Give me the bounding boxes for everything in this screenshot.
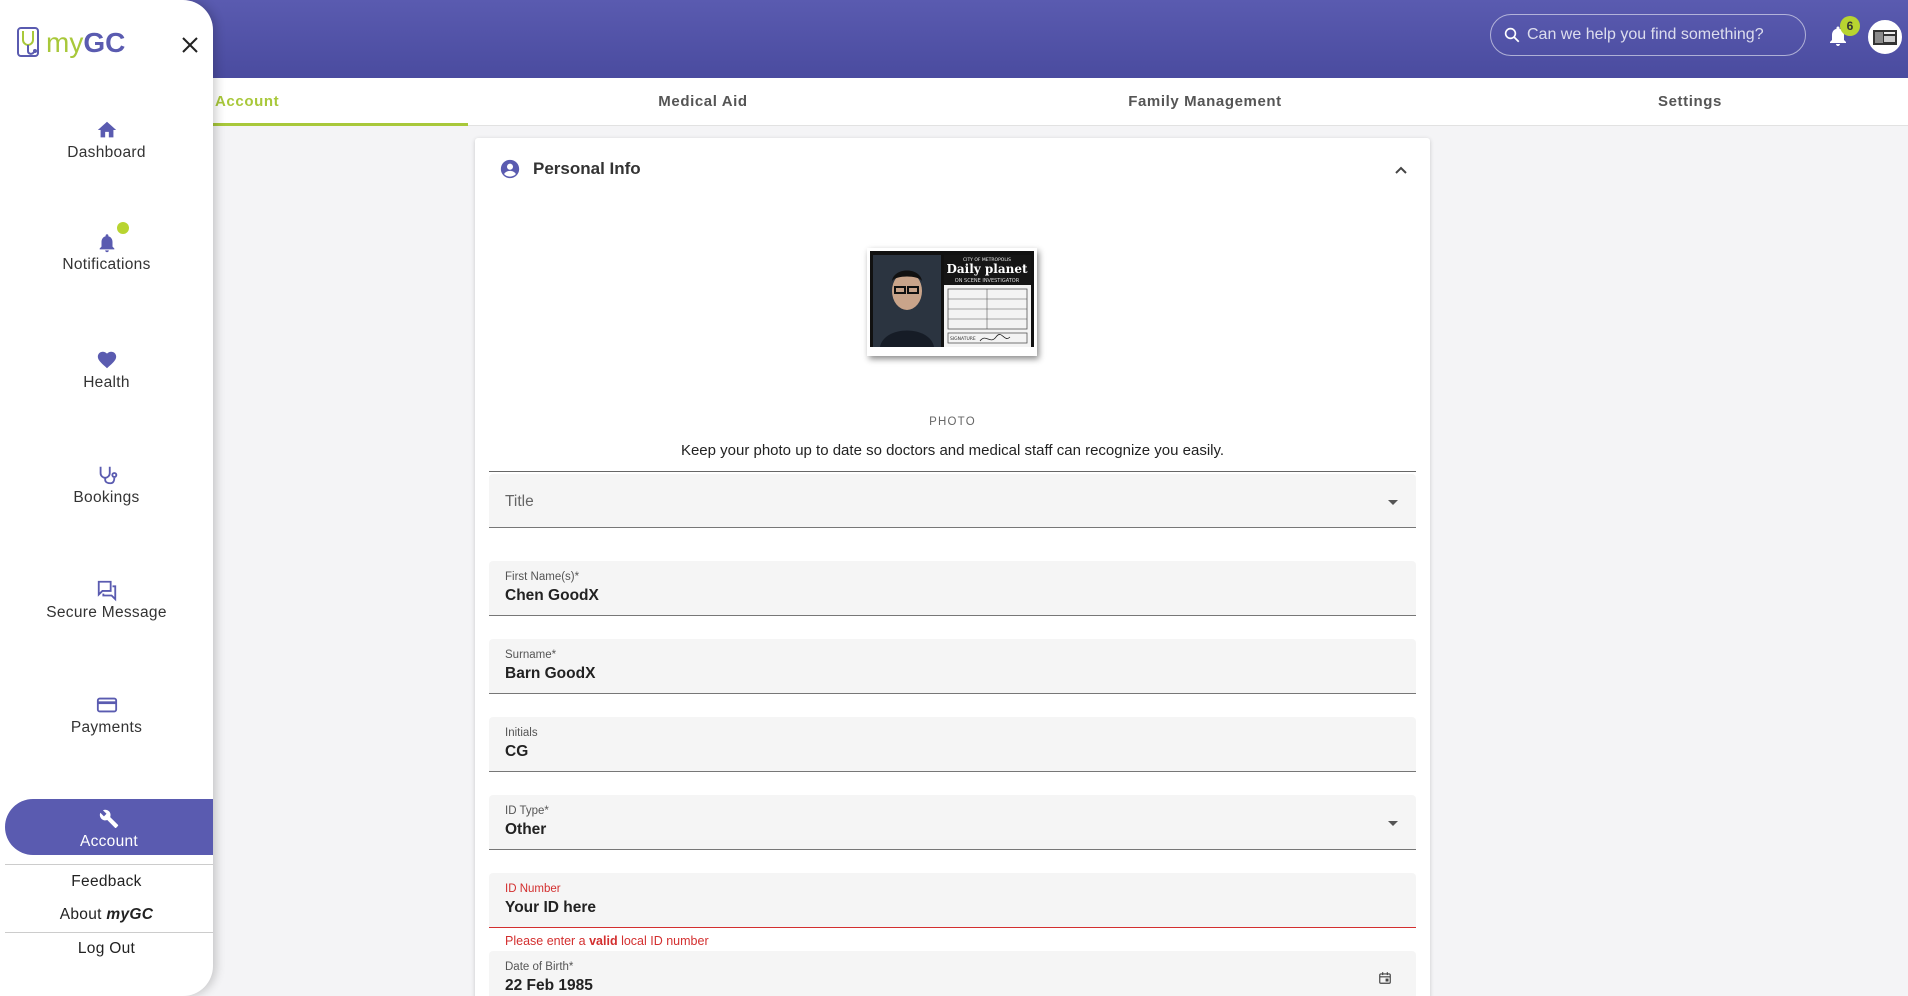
sidebar-item-payments[interactable]: Payments	[0, 693, 213, 755]
surname-field[interactable]: Surname* Barn GoodX	[489, 639, 1416, 694]
personal-info-header[interactable]: Personal Info	[499, 158, 641, 180]
tab-medical-aid[interactable]: Medical Aid	[468, 78, 938, 126]
id-number-field[interactable]: ID Number Your ID here	[489, 873, 1416, 928]
sidebar-item-label: Secure Message	[46, 604, 167, 621]
logo-text: myGC	[46, 27, 126, 58]
initials-label: Initials	[505, 727, 538, 739]
heart-icon	[97, 351, 116, 369]
sidebar-item-label: Dashboard	[67, 144, 146, 161]
badge-masthead: Daily planet	[946, 262, 1028, 276]
date-of-birth-value: 22 Feb 1985	[505, 977, 593, 994]
initials-value: CG	[505, 743, 529, 760]
sidebar-item-label: Payments	[70, 719, 143, 736]
first-name-field[interactable]: First Name(s)* Chen GoodX	[489, 561, 1416, 616]
search-box[interactable]	[1490, 14, 1806, 56]
navigation-drawer: myGC Dashboard Notifications Health Book…	[0, 0, 213, 996]
credit-card-icon	[96, 697, 117, 713]
sidebar-item-notifications[interactable]: Notifications	[0, 222, 213, 284]
id-number-label: ID Number	[505, 883, 561, 895]
stethoscope-icon	[99, 466, 117, 485]
chevron-up-icon	[1395, 166, 1407, 174]
dropdown-arrow-icon	[1388, 821, 1398, 826]
surname-label: Surname*	[505, 649, 557, 661]
logout-link[interactable]: Log Out	[0, 940, 213, 958]
account-circle-icon	[500, 159, 520, 179]
surname-value: Barn GoodX	[505, 665, 596, 682]
tab-family-management[interactable]: Family Management	[938, 78, 1472, 126]
search-input[interactable]	[1527, 26, 1797, 44]
tab-settings[interactable]: Settings	[1472, 78, 1908, 126]
personal-info-card: Personal Info CITY OF METROPOLIS Daily p…	[475, 138, 1430, 996]
notifications-button[interactable]: 6	[1826, 16, 1860, 50]
close-drawer-button[interactable]	[181, 36, 205, 60]
chat-icon	[97, 580, 116, 602]
divider	[489, 471, 1416, 472]
title-placeholder: Title	[505, 493, 534, 510]
badge-signature-label: SIGNATURE	[950, 336, 976, 342]
sidebar-item-bookings[interactable]: Bookings	[0, 463, 213, 525]
photo-hint: Keep your photo up to date so doctors an…	[680, 442, 1225, 459]
top-app-bar: t 6	[0, 0, 1908, 78]
notification-count-badge: 6	[1840, 16, 1860, 36]
id-type-value: Other	[505, 821, 547, 838]
badge-subtitle: ON SCENE INVESTIGATOR	[955, 278, 1020, 284]
close-icon	[182, 37, 198, 53]
sidebar-item-label: Health	[83, 374, 130, 391]
tab-account[interactable]: Account	[213, 78, 468, 126]
id-type-select[interactable]: ID Type* Other	[489, 795, 1416, 850]
sidebar-item-label: Account	[79, 833, 139, 850]
divider	[5, 864, 213, 865]
feedback-link[interactable]: Feedback	[0, 873, 213, 891]
sidebar-item-label: Bookings	[73, 489, 140, 506]
about-link[interactable]: About myGC	[0, 906, 213, 924]
bell-icon	[99, 234, 114, 253]
first-name-label: First Name(s)*	[505, 571, 580, 583]
photo-label: PHOTO	[929, 416, 976, 428]
date-of-birth-label: Date of Birth*	[505, 961, 574, 973]
card-title: Personal Info	[533, 159, 641, 178]
id-number-error: Please enter a valid local ID number	[505, 934, 709, 948]
account-tabs: Account Medical Aid Family Management Se…	[0, 78, 1908, 126]
sidebar-item-dashboard[interactable]: Dashboard	[0, 118, 213, 180]
id-number-value: Your ID here	[505, 899, 597, 916]
wrench-icon	[99, 809, 119, 828]
title-select[interactable]: Title	[489, 474, 1416, 528]
user-avatar[interactable]	[1868, 20, 1902, 54]
notification-dot	[117, 222, 129, 234]
sidebar-item-health[interactable]: Health	[0, 348, 213, 410]
id-type-label: ID Type*	[505, 805, 549, 817]
stethoscope-logo-icon	[17, 27, 39, 57]
first-name-value: Chen GoodX	[505, 587, 599, 604]
date-of-birth-field[interactable]: Date of Birth* 22 Feb 1985	[489, 951, 1416, 996]
profile-photo[interactable]: CITY OF METROPOLIS Daily planet ON SCENE…	[867, 248, 1037, 356]
dropdown-arrow-icon	[1388, 500, 1398, 505]
home-icon	[97, 121, 116, 138]
search-icon	[1504, 27, 1520, 43]
collapse-button[interactable]	[1394, 162, 1408, 180]
calendar-icon[interactable]	[1378, 971, 1392, 985]
sidebar-item-account[interactable]: Account	[5, 799, 213, 855]
initials-field[interactable]: Initials CG	[489, 717, 1416, 772]
sidebar-item-label: Notifications	[62, 256, 151, 273]
divider	[5, 932, 213, 933]
sidebar-item-secure-message[interactable]: Secure Message	[0, 578, 213, 640]
app-logo: myGC	[16, 26, 125, 60]
